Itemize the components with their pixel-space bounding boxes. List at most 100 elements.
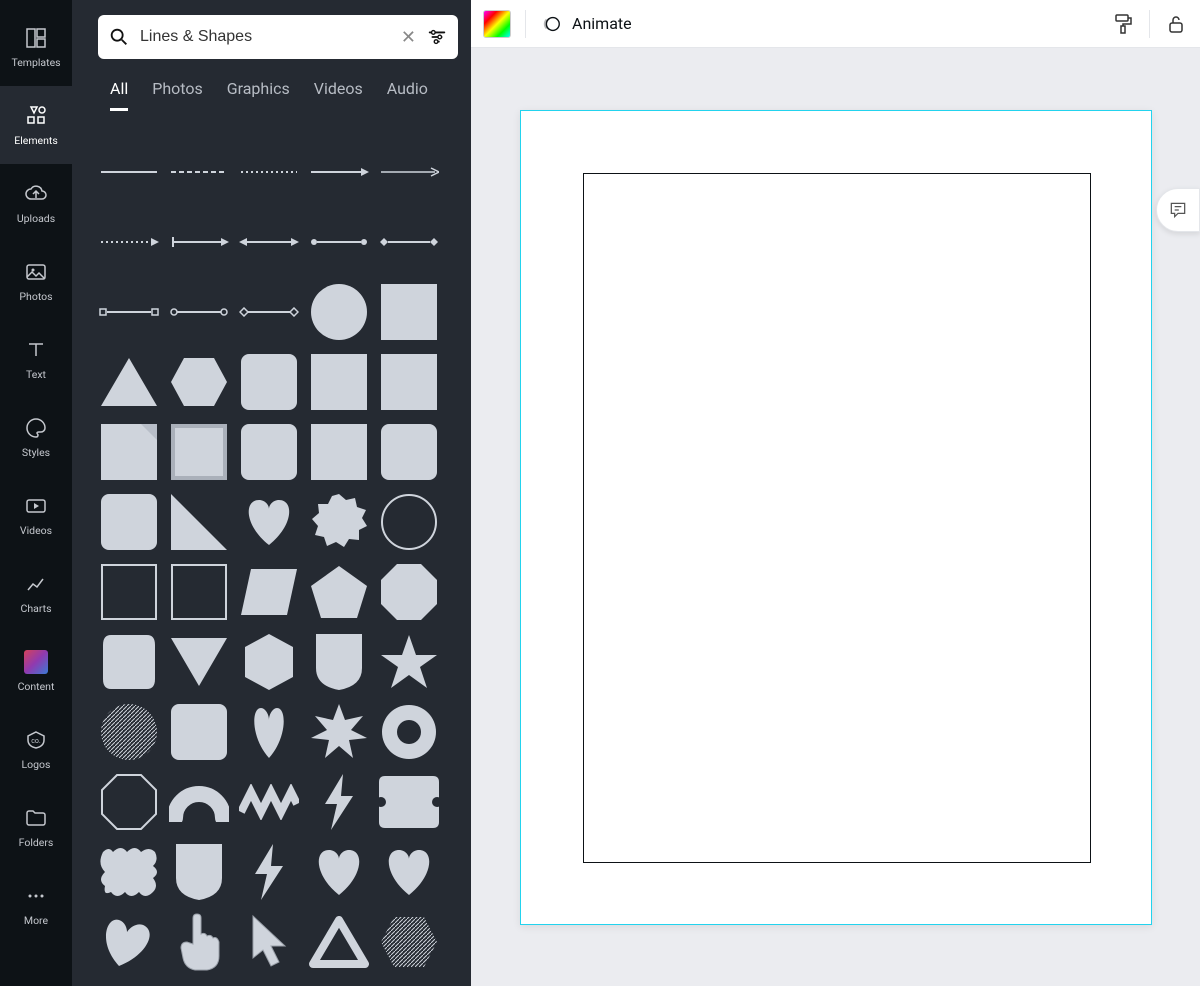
nav-templates[interactable]: Templates bbox=[0, 8, 72, 86]
shape-line-dotted[interactable] bbox=[238, 141, 300, 203]
nav-photos[interactable]: Photos bbox=[0, 242, 72, 320]
shape-line-diamond-ends[interactable] bbox=[378, 211, 440, 273]
shape-parallelogram[interactable] bbox=[238, 561, 300, 623]
nav-text[interactable]: Text bbox=[0, 320, 72, 398]
shape-line-bar-arrow[interactable] bbox=[168, 211, 230, 273]
shape-seal[interactable] bbox=[308, 491, 370, 553]
nav-styles[interactable]: Styles bbox=[0, 398, 72, 476]
canvas-stage[interactable] bbox=[471, 48, 1200, 986]
paint-roller-icon[interactable] bbox=[1111, 12, 1135, 36]
shape-triangle-outline[interactable] bbox=[308, 911, 370, 973]
shape-octagon[interactable] bbox=[378, 561, 440, 623]
shape-line-open-circle-ends[interactable] bbox=[168, 281, 230, 343]
animate-button[interactable]: Animate bbox=[540, 13, 632, 35]
shape-ticket[interactable] bbox=[378, 771, 440, 833]
shape-heart-tilt[interactable] bbox=[98, 911, 160, 973]
shape-triangle-down[interactable] bbox=[168, 631, 230, 693]
shape-blank[interactable] bbox=[378, 981, 440, 986]
shape-rounded-square-2[interactable] bbox=[238, 421, 300, 483]
shape-hexagon-v[interactable] bbox=[238, 631, 300, 693]
shape-line-dashed[interactable] bbox=[168, 141, 230, 203]
shape-square-folded[interactable] bbox=[98, 421, 160, 483]
shape-heart-2[interactable] bbox=[308, 841, 370, 903]
clear-search-icon[interactable]: ✕ bbox=[401, 27, 416, 48]
shape-blank[interactable] bbox=[98, 981, 160, 986]
nav-logos[interactable]: co. Logos bbox=[0, 710, 72, 788]
nav-folders[interactable]: Folders bbox=[0, 788, 72, 866]
shape-cursor-arrow[interactable] bbox=[238, 911, 300, 973]
shape-blank[interactable] bbox=[168, 981, 230, 986]
rectangle-element[interactable] bbox=[583, 173, 1091, 863]
shape-line-open-diamond-ends[interactable] bbox=[238, 281, 300, 343]
shape-heart-slim[interactable] bbox=[238, 701, 300, 763]
tab-all[interactable]: All bbox=[110, 79, 128, 111]
color-picker-button[interactable] bbox=[483, 10, 511, 38]
shape-rounded-square[interactable] bbox=[238, 351, 300, 413]
svg-text:co.: co. bbox=[31, 737, 41, 745]
search-bar: ✕ bbox=[98, 15, 458, 59]
shape-shield-2[interactable] bbox=[168, 841, 230, 903]
animate-icon bbox=[540, 13, 562, 35]
nav-label: Text bbox=[26, 368, 46, 381]
shape-line-arrow-thin[interactable] bbox=[378, 141, 440, 203]
shape-line-dotted-arrow[interactable] bbox=[98, 211, 160, 273]
shape-pentagon[interactable] bbox=[308, 561, 370, 623]
nav-content[interactable]: Content bbox=[0, 632, 72, 710]
shape-triangle[interactable] bbox=[98, 351, 160, 413]
elements-panel: ✕ All Photos Graphics Videos Audio ◀ bbox=[72, 0, 471, 986]
shape-square-4[interactable] bbox=[308, 421, 370, 483]
shape-lightning-bolt[interactable] bbox=[308, 771, 370, 833]
lock-icon[interactable] bbox=[1164, 12, 1188, 36]
nav-elements[interactable]: Elements bbox=[0, 86, 72, 164]
shape-line-square-ends[interactable] bbox=[98, 281, 160, 343]
shape-square-2[interactable] bbox=[308, 351, 370, 413]
search-input[interactable] bbox=[140, 28, 391, 46]
shapes-results[interactable] bbox=[72, 111, 471, 986]
shape-square-outline[interactable] bbox=[98, 561, 160, 623]
shape-rounded-square-3[interactable] bbox=[98, 491, 160, 553]
shape-star-5[interactable] bbox=[378, 631, 440, 693]
shape-star-6[interactable] bbox=[308, 701, 370, 763]
comment-button[interactable] bbox=[1156, 188, 1200, 232]
shape-rounded-square-4[interactable] bbox=[168, 701, 230, 763]
videos-icon bbox=[24, 494, 48, 518]
shape-square-round-3[interactable] bbox=[378, 421, 440, 483]
shape-arc[interactable] bbox=[168, 771, 230, 833]
shape-heart-3[interactable] bbox=[378, 841, 440, 903]
shape-circle[interactable] bbox=[308, 281, 370, 343]
shape-barrel[interactable] bbox=[98, 631, 160, 693]
design-page[interactable] bbox=[520, 110, 1152, 925]
nav-uploads[interactable]: Uploads bbox=[0, 164, 72, 242]
tab-videos[interactable]: Videos bbox=[314, 79, 363, 111]
nav-videos[interactable]: Videos bbox=[0, 476, 72, 554]
shape-square[interactable] bbox=[378, 281, 440, 343]
shape-line-circle-ends[interactable] bbox=[308, 211, 370, 273]
shape-blank[interactable] bbox=[238, 981, 300, 986]
shape-heart[interactable] bbox=[238, 491, 300, 553]
shape-hand-pointer[interactable] bbox=[168, 911, 230, 973]
nav-more[interactable]: More bbox=[0, 866, 72, 944]
shape-square-outline-2[interactable] bbox=[168, 561, 230, 623]
shape-line-arrow[interactable] bbox=[308, 141, 370, 203]
shape-zigzag[interactable] bbox=[238, 771, 300, 833]
shape-line-solid[interactable] bbox=[98, 141, 160, 203]
tab-graphics[interactable]: Graphics bbox=[227, 79, 290, 111]
tab-audio[interactable]: Audio bbox=[387, 79, 428, 111]
tab-photos[interactable]: Photos bbox=[152, 79, 203, 111]
shape-shield[interactable] bbox=[308, 631, 370, 693]
shape-hatched-circle[interactable] bbox=[98, 701, 160, 763]
shape-lightning-2[interactable] bbox=[238, 841, 300, 903]
shape-badge[interactable] bbox=[98, 841, 160, 903]
shape-square-frame[interactable] bbox=[168, 421, 230, 483]
shape-right-triangle[interactable] bbox=[168, 491, 230, 553]
shape-square-3[interactable] bbox=[378, 351, 440, 413]
shape-circle-outline[interactable] bbox=[378, 491, 440, 553]
shape-blank[interactable] bbox=[308, 981, 370, 986]
shape-donut[interactable] bbox=[378, 701, 440, 763]
shape-hatched-hexagon[interactable] bbox=[378, 911, 440, 973]
shape-hexagon-h[interactable] bbox=[168, 351, 230, 413]
shape-line-double-arrow[interactable] bbox=[238, 211, 300, 273]
nav-charts[interactable]: Charts bbox=[0, 554, 72, 632]
filter-icon[interactable] bbox=[426, 26, 448, 48]
shape-octagon-outline[interactable] bbox=[98, 771, 160, 833]
